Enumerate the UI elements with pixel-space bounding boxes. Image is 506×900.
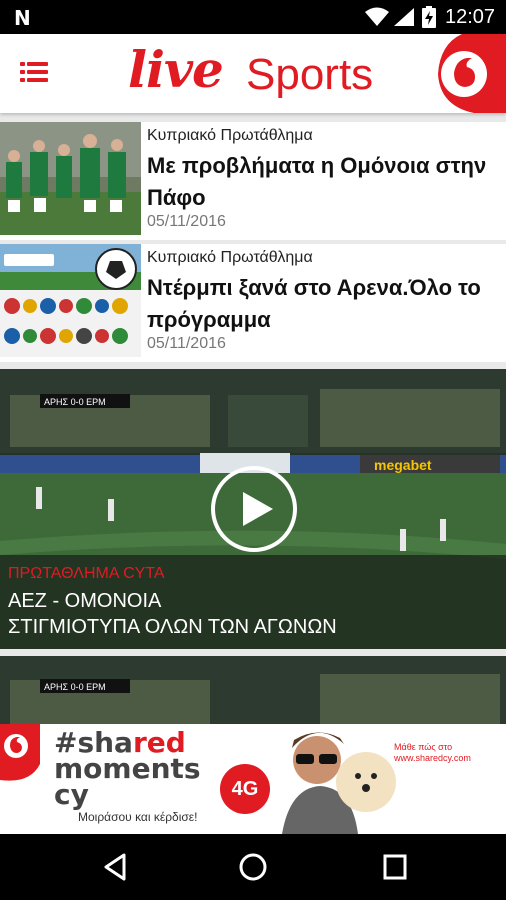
home-icon[interactable]: [238, 852, 268, 882]
vodafone-ad-logo-icon: [0, 724, 40, 781]
video-thumbnail: ΑΡΗΣ 0-0 ΕΡΜ: [0, 656, 506, 724]
play-icon: [243, 492, 273, 526]
article-date: 05/11/2016: [147, 335, 226, 352]
article-thumbnail: [0, 244, 141, 357]
article-category: Κυπριακό Πρωτάθλημα: [147, 249, 313, 266]
4g-badge: 4G: [220, 764, 270, 814]
ad-banner[interactable]: #shared moments cy Μοιράσου και κέρδισε!…: [0, 724, 506, 834]
vodafone-logo-icon: [438, 34, 506, 113]
article-title[interactable]: Ντέρμπι ξανά στο Αρενα.Όλο το πρόγραμμα: [147, 272, 502, 336]
board-ad-text: megabet: [374, 457, 432, 473]
navigation-bar: [0, 834, 506, 900]
video-headline-line2: ΣΤΙΓΜΙΟΤΥΠΑ ΟΛΩΝ ΤΩΝ ΑΓΩΝΩΝ: [8, 616, 337, 638]
ad-people-image: [272, 724, 402, 834]
scoreboard-text: ΑΡΗΣ 0-0 ΕΡΜ: [44, 682, 106, 692]
status-clock: 12:07: [445, 6, 496, 28]
recents-icon[interactable]: [382, 852, 408, 882]
logo-live: live: [128, 40, 224, 99]
video-card[interactable]: ΑΡΗΣ 0-0 ΕΡΜ: [0, 656, 506, 724]
video-kicker: ΠΡΩΤΑΘΛΗΜΑ CYTA: [8, 565, 165, 582]
ad-tagline: Μοιράσου και κέρδισε!: [78, 810, 198, 824]
article-item[interactable]: Κυπριακό Πρωτάθλημα Ντέρμπι ξανά στο Αρε…: [0, 244, 506, 362]
video-headline[interactable]: ΑΕΖ - ΟΜΟΝΟΙΑ ΣΤΙΓΜΙΟΤΥΠΑ ΟΛΩΝ ΤΩΝ ΑΓΩΝΩ…: [8, 588, 337, 640]
play-button[interactable]: [211, 466, 297, 552]
article-category: Κυπριακό Πρωτάθλημα: [147, 127, 313, 144]
ad-hashtag-line3: cy: [54, 778, 89, 811]
video-headline-line1: ΑΕΖ - ΟΜΟΝΟΙΑ: [8, 590, 162, 612]
video-card[interactable]: megabet ΑΡΗΣ 0-0 ΕΡΜ ΠΡΩΤΑΘΛΗΜΑ CYTA ΑΕΖ…: [0, 369, 506, 649]
notification-icon: N: [14, 6, 31, 30]
wifi-icon: [365, 7, 389, 26]
logo-sports: Sports: [246, 50, 374, 99]
battery-charging-icon: [422, 6, 436, 28]
menu-icon[interactable]: [20, 62, 48, 88]
article-title[interactable]: Με προβλήματα η Ομόνοια στην Πάφο: [147, 150, 502, 214]
ad-visit-url: www.sharedcy.com: [394, 753, 471, 763]
app-header: live Sports: [0, 34, 506, 113]
back-icon[interactable]: [102, 852, 128, 882]
screen: N 12:07 live Sports Κυπριακό Πρωτάθλημα …: [0, 0, 506, 900]
ad-visit-text[interactable]: Μάθε πώς στο www.sharedcy.com: [394, 742, 494, 764]
scoreboard-text: ΑΡΗΣ 0-0 ΕΡΜ: [44, 397, 106, 407]
signal-icon: [394, 8, 414, 26]
ad-visit-line1: Μάθε πώς στο: [394, 742, 453, 752]
article-thumbnail: [0, 122, 141, 235]
ad-hashtag: #shared moments cy: [54, 729, 201, 811]
article-date: 05/11/2016: [147, 213, 226, 230]
video-caption: ΠΡΩΤΑΘΛΗΜΑ CYTA ΑΕΖ - ΟΜΟΝΟΙΑ ΣΤΙΓΜΙΟΤΥΠ…: [0, 555, 506, 649]
article-item[interactable]: Κυπριακό Πρωτάθλημα Με προβλήματα η Ομόν…: [0, 122, 506, 240]
status-bar: N 12:07: [0, 0, 506, 34]
